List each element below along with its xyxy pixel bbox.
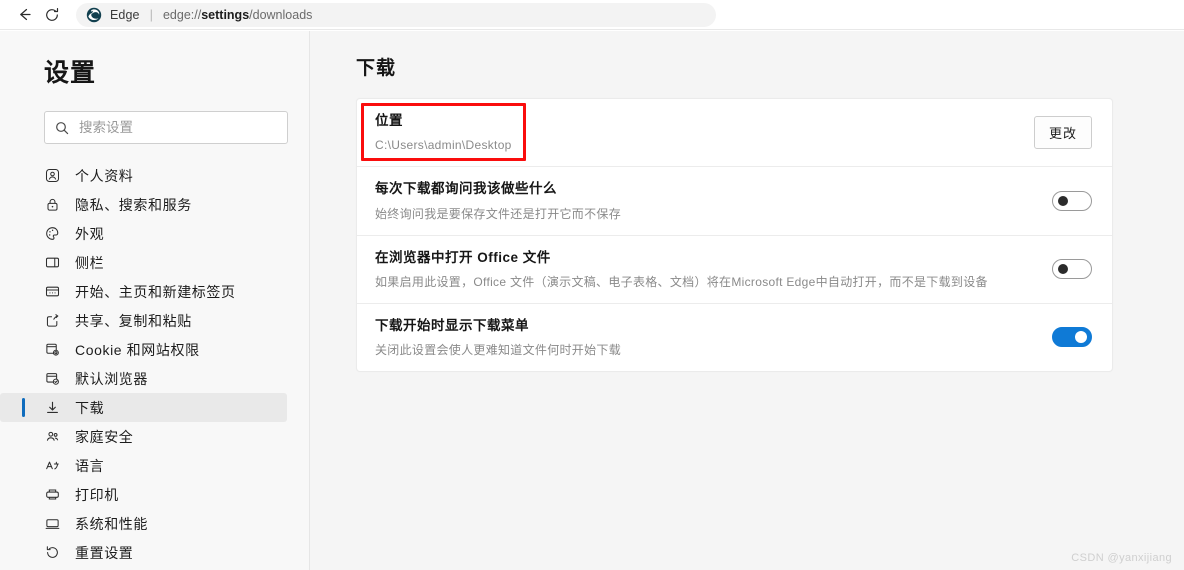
palette-icon <box>44 225 61 242</box>
watermark: CSDN @yanxijiang <box>1071 552 1172 564</box>
toggle-ask-where-to-save[interactable] <box>1052 190 1092 211</box>
setting-description: 始终询问我是要保存文件还是打开它而不保存 <box>375 206 622 221</box>
sidebar-item-label: 家庭安全 <box>75 428 134 445</box>
sidebar-item-label: 默认浏览器 <box>75 370 148 387</box>
sidebar-item-label: 外观 <box>75 225 105 242</box>
sidebar-item-label: 下载 <box>75 399 105 416</box>
content-title: 下载 <box>356 58 397 79</box>
sidebar-nav-list: 个人资料 隐私、搜索和服务 外观 侧栏 开始、主页和新建标签页 共享、复制和粘贴… <box>0 158 309 570</box>
setting-description: 关闭此设置会使人更难知道文件何时开始下载 <box>375 343 622 357</box>
toggle-knob <box>1058 264 1068 275</box>
reset-icon <box>44 544 61 561</box>
setting-title: 每次下载都询问我该做些什么 <box>375 181 557 197</box>
profile-icon <box>44 167 61 184</box>
default-browser-icon <box>44 370 61 387</box>
search-icon <box>55 121 69 135</box>
search-input[interactable] <box>79 120 277 135</box>
page-title: 设置 <box>44 59 97 87</box>
sidebar-item-label: 打印机 <box>75 486 119 503</box>
omnibox-url[interactable]: edge://settings/downloads <box>163 8 312 22</box>
back-button[interactable] <box>10 1 38 29</box>
setting-row-text: 在浏览器中打开 Office 文件 如果启用此设置，Office 文件（演示文稿… <box>375 236 1052 303</box>
toggle-knob <box>1075 331 1087 344</box>
sidebar-item-share-copy-paste[interactable]: 共享、复制和粘贴 <box>0 306 287 335</box>
sidebar-item-system-performance[interactable]: 系统和性能 <box>0 509 287 538</box>
sidebar-item-reset-settings[interactable]: 重置设置 <box>0 538 287 567</box>
cookie-settings-icon <box>44 341 61 358</box>
setting-row-show-downloads-menu: 下载开始时显示下载菜单 关闭此设置会使人更难知道文件何时开始下载 <box>357 304 1112 371</box>
printer-icon <box>44 486 61 503</box>
search-settings-box[interactable] <box>44 111 288 144</box>
arrow-left-icon <box>16 6 33 23</box>
settings-page: 设置 个人资料 <box>0 31 1184 570</box>
sidebar-item-label: 语言 <box>75 457 105 474</box>
setting-title: 位置 <box>375 113 403 128</box>
change-location-button[interactable]: 更改 <box>1033 116 1092 150</box>
sidebar-item-downloads[interactable]: 下载 <box>0 393 287 422</box>
setting-title: 下载开始时显示下载菜单 <box>375 317 529 333</box>
sidebar-item-languages[interactable]: 语言 <box>0 451 287 480</box>
sidebar-item-cookies-permissions[interactable]: Cookie 和网站权限 <box>0 335 287 364</box>
url-bold-segment: settings <box>201 7 250 22</box>
sidebar-item-start-home-newtab[interactable]: 开始、主页和新建标签页 <box>0 277 287 306</box>
toggle-knob <box>1058 195 1068 206</box>
setting-title: 在浏览器中打开 Office 文件 <box>375 249 551 265</box>
setting-row-text: 位置 C:\Users\admin\Desktop <box>375 99 1034 166</box>
url-prefix: edge:// <box>162 7 202 22</box>
omnibox-brand-label: Edge <box>110 7 140 22</box>
system-icon <box>44 515 61 532</box>
sidebar-item-label: 隐私、搜索和服务 <box>75 196 192 213</box>
edge-logo-icon <box>86 7 102 23</box>
setting-row-ask-where-to-save: 每次下载都询问我该做些什么 始终询问我是要保存文件还是打开它而不保存 <box>357 167 1112 236</box>
toggle-open-office-files[interactable] <box>1052 259 1092 280</box>
setting-row-text: 下载开始时显示下载菜单 关闭此设置会使人更难知道文件何时开始下载 <box>375 304 1052 371</box>
url-suffix: /downloads <box>249 7 313 22</box>
language-icon <box>44 457 61 474</box>
setting-row-text: 每次下载都询问我该做些什么 始终询问我是要保存文件还是打开它而不保存 <box>375 167 1052 234</box>
setting-row-open-office-files: 在浏览器中打开 Office 文件 如果启用此设置，Office 文件（演示文稿… <box>357 236 1112 304</box>
sidebar-item-label: 侧栏 <box>75 254 105 271</box>
reload-icon <box>44 7 60 23</box>
browser-toolbar: Edge | edge://settings/downloads <box>0 0 1184 30</box>
sidebar-item-label: 共享、复制和粘贴 <box>75 312 192 329</box>
sidebar-panel-icon <box>44 254 61 271</box>
sidebar-item-profile[interactable]: 个人资料 <box>0 161 287 190</box>
sidebar-item-family-safety[interactable]: 家庭安全 <box>0 422 287 451</box>
address-bar[interactable]: Edge | edge://settings/downloads <box>76 2 716 27</box>
sidebar-item-sidebar[interactable]: 侧栏 <box>0 248 287 277</box>
setting-description: 如果启用此设置，Office 文件（演示文稿、电子表格、文档）将在Microso… <box>375 274 988 289</box>
sidebar-item-printers[interactable]: 打印机 <box>0 480 287 509</box>
omnibox-separator: | <box>149 7 153 22</box>
sidebar-item-default-browser[interactable]: 默认浏览器 <box>0 364 287 393</box>
sidebar-item-appearance[interactable]: 外观 <box>0 219 287 248</box>
download-icon <box>44 399 61 416</box>
sidebar-item-label: Cookie 和网站权限 <box>75 341 200 358</box>
share-icon <box>44 312 61 329</box>
setting-value-path: C:\Users\admin\Desktop <box>375 138 512 153</box>
toggle-show-downloads-menu[interactable] <box>1052 327 1092 348</box>
reload-button[interactable] <box>38 1 66 29</box>
sidebar-item-label: 重置设置 <box>75 544 134 561</box>
setting-row-location: 位置 C:\Users\admin\Desktop 更改 <box>357 99 1112 168</box>
settings-sidebar: 设置 个人资料 <box>0 31 310 570</box>
sidebar-item-label: 系统和性能 <box>75 515 148 532</box>
lock-icon <box>44 196 61 213</box>
start-page-icon <box>44 283 61 300</box>
family-icon <box>44 428 61 445</box>
sidebar-item-privacy[interactable]: 隐私、搜索和服务 <box>0 190 287 219</box>
sidebar-item-label: 开始、主页和新建标签页 <box>75 283 236 300</box>
downloads-settings-card: 位置 C:\Users\admin\Desktop 更改 每次下载都询问我该做些… <box>356 98 1113 372</box>
downloads-settings-content: 下载 位置 C:\Users\admin\Desktop 更改 每次下载都询问我… <box>310 31 1184 570</box>
sidebar-item-label: 个人资料 <box>75 167 134 184</box>
